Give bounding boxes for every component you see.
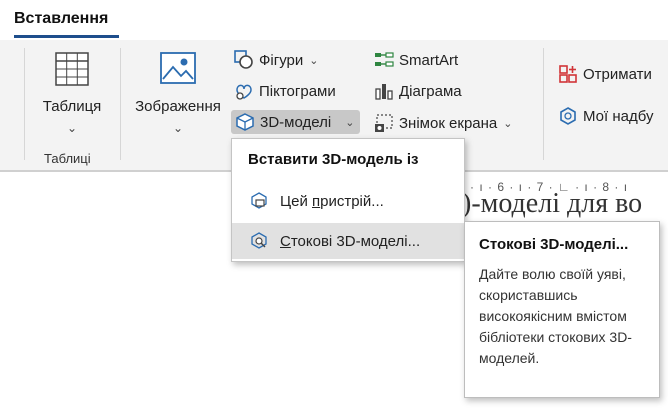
- smartart-icon: [375, 52, 394, 67]
- menu-item-this-device[interactable]: Цей пристрій...: [232, 183, 464, 219]
- tooltip-body: Дайте волю своїй уяві, скориставшись вис…: [479, 266, 632, 366]
- picture-icon: [160, 52, 196, 84]
- table-icon: [55, 52, 89, 86]
- chevron-down-icon: ⌄: [309, 54, 319, 67]
- get-addins-button[interactable]: Отримати: [558, 62, 652, 86]
- images-button[interactable]: Зображення ⌄: [128, 52, 228, 135]
- get-addins-label: Отримати: [583, 65, 652, 83]
- group-label-tables: Таблиці: [44, 151, 91, 166]
- chart-button[interactable]: Діаграма: [374, 79, 462, 103]
- smartart-button[interactable]: SmartArt: [374, 48, 458, 72]
- smartart-label: SmartArt: [399, 51, 459, 69]
- my-addins-button[interactable]: Мої надбу: [558, 104, 653, 128]
- my-addins-icon: [560, 107, 576, 125]
- menu-item-stock-3d-models[interactable]: Стокові 3D-моделі...: [232, 223, 464, 259]
- active-tab-indicator: [14, 35, 119, 38]
- screenshot-label: Знімок екрана: [399, 114, 498, 132]
- screenshot-icon: [375, 114, 393, 132]
- icons-button[interactable]: Піктограми: [234, 79, 336, 103]
- shapes-button[interactable]: Фігури ⌄: [234, 48, 318, 72]
- images-button-label: Зображення: [135, 98, 221, 115]
- 3d-models-label: 3D-моделі: [260, 113, 332, 131]
- menu-item-this-device-label: Цей пристрій...: [280, 192, 384, 210]
- chart-label: Діаграма: [399, 82, 462, 100]
- shapes-label: Фігури: [259, 51, 304, 69]
- document-text: )-моделі для во: [462, 188, 643, 219]
- ribbon-divider: [24, 48, 25, 160]
- cube-icon: [236, 113, 254, 131]
- chevron-down-icon: ⌄: [172, 121, 184, 135]
- menu-header: Вставити 3D-модель із: [248, 151, 419, 168]
- icons-icon: [236, 84, 252, 100]
- screenshot-button[interactable]: Знімок екрана ⌄: [374, 111, 513, 135]
- tooltip: Стокові 3D-моделі... Дайте волю своїй уя…: [464, 221, 660, 398]
- tab-bar: Вставлення: [0, 0, 668, 40]
- ribbon-divider: [543, 48, 544, 160]
- ribbon-divider: [120, 48, 121, 160]
- menu-item-stock-3d-models-label: Стокові 3D-моделі...: [280, 232, 421, 250]
- table-button-label: Таблиця: [42, 98, 102, 115]
- my-addins-label: Мої надбу: [583, 107, 654, 125]
- chevron-down-icon: ⌄: [66, 121, 78, 135]
- bar-chart-icon: [375, 84, 393, 100]
- icons-label: Піктограми: [259, 82, 336, 100]
- shapes-icon: [234, 50, 253, 69]
- 3d-models-menu: Вставити 3D-модель із Цей пристрій... Ст…: [231, 138, 465, 262]
- tab-insert[interactable]: Вставлення: [14, 10, 108, 28]
- table-button[interactable]: Таблиця ⌄: [34, 52, 110, 135]
- chevron-down-icon: ⌄: [503, 117, 513, 130]
- stock-search-cube-icon: [251, 232, 267, 249]
- chevron-down-icon: ⌄: [345, 116, 355, 129]
- addin-store-icon: [559, 65, 577, 83]
- device-cube-icon: [251, 192, 267, 209]
- 3d-models-button[interactable]: 3D-моделі ⌄: [231, 110, 361, 134]
- tooltip-title: Стокові 3D-моделі...: [479, 236, 629, 253]
